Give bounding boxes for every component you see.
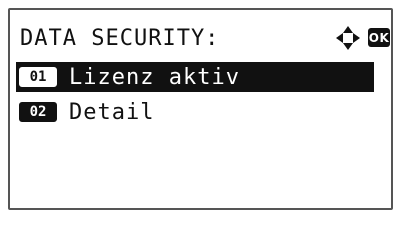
menu-item-label: Lizenz aktiv — [69, 64, 240, 90]
ok-badge[interactable]: OK — [368, 28, 390, 47]
menu-item-label: Detail — [69, 99, 155, 125]
lcd-screen: DATA SECURITY: OK 01 Lizenz aktiv 02 Det… — [8, 8, 393, 210]
screen-title: DATA SECURITY: — [20, 26, 220, 51]
item-number-badge: 01 — [19, 67, 57, 87]
four-way-arrow-icon — [336, 26, 360, 50]
menu-item-detail[interactable]: 02 Detail — [16, 97, 374, 127]
item-number-badge: 02 — [19, 102, 57, 122]
menu-item-lizenz-aktiv[interactable]: 01 Lizenz aktiv — [16, 62, 374, 92]
